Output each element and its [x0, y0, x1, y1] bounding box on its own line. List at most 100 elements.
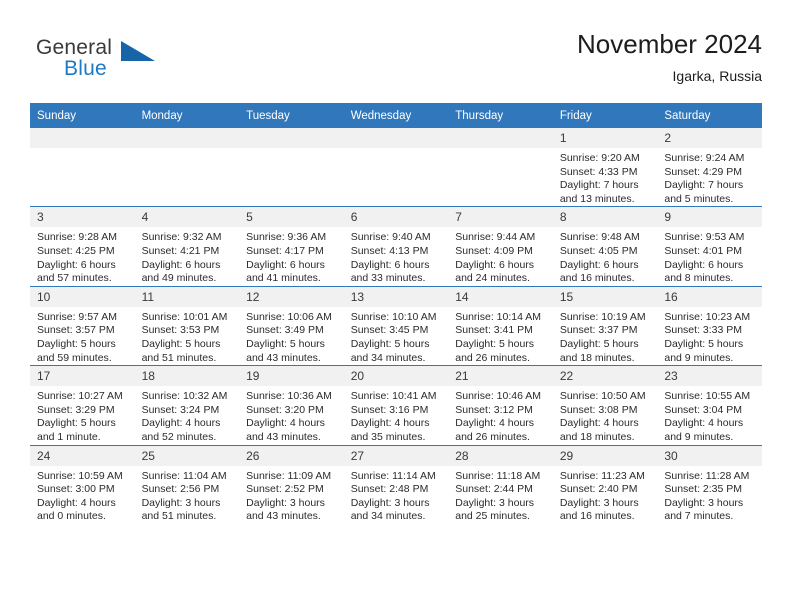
calendar-week-row: 17 Sunrise: 10:27 AM Sunset: 3:29 PM Daylig…	[30, 365, 762, 445]
day-details: Sunrise: 11:14 AM Sunset: 2:48 PM Daylight…	[344, 466, 449, 524]
daylight-duration-line1: Daylight: 6 hours	[350, 258, 430, 271]
sunset-time: Sunset: 3:24 PM	[141, 403, 220, 416]
sunset-time: Sunset: 3:49 PM	[246, 324, 324, 337]
calendar-day-cell[interactable]: 22 Sunrise: 10:50 AM Sunset: 3:08 PM Daylig…	[552, 365, 658, 445]
daylight-duration-line2: and 52 minutes.	[141, 430, 217, 443]
calendar-day-cell[interactable]: 21 Sunrise: 10:46 AM Sunset: 3:12 PM Daylig…	[448, 365, 553, 445]
daylight-duration-line2: and 1 minute.	[37, 430, 101, 443]
sunrise-time: Sunrise: 10:14 AM	[455, 310, 542, 323]
daylight-duration-line1: Daylight: 6 hours	[455, 258, 535, 271]
daylight-duration-line1: Daylight: 4 hours	[350, 417, 430, 430]
calendar-day-cell[interactable]: 11 Sunrise: 10:01 AM Sunset: 3:53 PM Daylig…	[134, 285, 240, 366]
daylight-duration-line2: and 51 minutes.	[141, 351, 217, 364]
day-number: 3	[30, 207, 135, 228]
calendar-day-cell[interactable]: 30 Sunrise: 11:28 AM Sunset: 2:35 PM Daylig…	[657, 444, 762, 524]
day-number: 12	[239, 286, 344, 307]
day-details: Sunrise: 9:48 AM Sunset: 4:05 PM Daylight:…	[553, 227, 658, 285]
calendar-day-cell[interactable]: 10 Sunrise: 9:57 AM Sunset: 3:57 PM Dayligh…	[30, 285, 135, 366]
calendar-day-cell[interactable]: 15 Sunrise: 10:19 AM Sunset: 3:37 PM Daylig…	[552, 285, 658, 366]
day-details: Sunrise: 9:40 AM Sunset: 4:13 PM Daylight:…	[344, 227, 449, 285]
sunrise-time: Sunrise: 10:50 AM	[559, 390, 646, 403]
day-details: Sunrise: 9:44 AM Sunset: 4:09 PM Daylight:…	[448, 227, 553, 285]
sunset-time: Sunset: 4:17 PM	[246, 244, 324, 257]
calendar-day-cell[interactable]: 13 Sunrise: 10:10 AM Sunset: 3:45 PM Daylig…	[343, 285, 449, 366]
calendar-day-cell[interactable]: 23 Sunrise: 10:55 AM Sunset: 3:04 PM Daylig…	[657, 365, 762, 445]
calendar-day-cell[interactable]: 20 Sunrise: 10:41 AM Sunset: 3:16 PM Daylig…	[343, 365, 449, 445]
sunset-time: Sunset: 3:12 PM	[455, 403, 533, 416]
weekday-header-tuesday: Tuesday	[239, 103, 344, 128]
calendar-day-cell[interactable]: 27 Sunrise: 11:14 AM Sunset: 2:48 PM Daylig…	[343, 444, 449, 524]
daylight-duration-line1: Daylight: 7 hours	[664, 179, 744, 192]
daylight-duration-line2: and 5 minutes.	[664, 192, 734, 205]
calendar-week-row: 1 Sunrise: 9:20 AM Sunset: 4:33 PM Daylight…	[30, 128, 762, 207]
day-details: Sunrise: 10:55 AM Sunset: 3:04 PM Daylight…	[657, 386, 762, 444]
calendar-day-cell[interactable]: 7 Sunrise: 9:44 AM Sunset: 4:09 PM Daylight…	[448, 206, 553, 287]
day-number: 6	[343, 207, 449, 228]
calendar-day-cell-empty	[239, 128, 344, 207]
sunset-time: Sunset: 4:13 PM	[350, 244, 429, 257]
calendar-day-cell[interactable]: 1 Sunrise: 9:20 AM Sunset: 4:33 PM Daylight…	[552, 128, 658, 207]
daylight-duration-line2: and 9 minutes.	[664, 430, 734, 443]
calendar-day-cell[interactable]: 3 Sunrise: 9:28 AM Sunset: 4:25 PM Daylight…	[30, 206, 135, 287]
sunrise-time: Sunrise: 10:23 AM	[664, 310, 751, 323]
sunrise-time: Sunrise: 9:28 AM	[37, 231, 117, 244]
daylight-duration-line2: and 57 minutes.	[37, 272, 112, 285]
calendar-week-row: 3 Sunrise: 9:28 AM Sunset: 4:25 PM Daylight…	[30, 206, 762, 287]
calendar-day-cell[interactable]: 24 Sunrise: 10:59 AM Sunset: 3:00 PM Daylig…	[30, 444, 135, 524]
day-number: 25	[134, 445, 240, 466]
weekday-header-sunday: Sunday	[30, 103, 135, 128]
daylight-duration-line1: Daylight: 5 hours	[141, 337, 221, 350]
weekday-header-monday: Monday	[134, 103, 240, 128]
sunrise-time: Sunrise: 9:36 AM	[246, 231, 327, 244]
daylight-duration-line2: and 18 minutes.	[559, 351, 635, 364]
day-details: Sunrise: 10:19 AM Sunset: 3:37 PM Daylight…	[553, 307, 658, 365]
calendar-day-cell[interactable]: 2 Sunrise: 9:24 AM Sunset: 4:29 PM Daylight…	[657, 128, 762, 207]
calendar-day-cell[interactable]: 29 Sunrise: 11:23 AM Sunset: 2:40 PM Daylig…	[552, 444, 658, 524]
calendar-body: 1 Sunrise: 9:20 AM Sunset: 4:33 PM Daylight…	[30, 128, 762, 524]
page-subtitle-location: Igarka, Russia	[672, 68, 762, 84]
day-number: 7	[448, 207, 553, 228]
calendar-day-cell[interactable]: 6 Sunrise: 9:40 AM Sunset: 4:13 PM Daylight…	[343, 206, 449, 287]
calendar-day-cell[interactable]: 8 Sunrise: 9:48 AM Sunset: 4:05 PM Daylight…	[552, 206, 658, 287]
day-details: Sunrise: 10:36 AM Sunset: 3:20 PM Daylight…	[239, 386, 344, 444]
calendar-day-cell[interactable]: 18 Sunrise: 10:32 AM Sunset: 3:24 PM Daylig…	[134, 365, 240, 445]
calendar-day-cell[interactable]: 5 Sunrise: 9:36 AM Sunset: 4:17 PM Daylight…	[239, 206, 344, 287]
sunrise-time: Sunrise: 9:48 AM	[559, 231, 640, 244]
day-number: 17	[30, 366, 135, 387]
sunrise-time: Sunrise: 10:46 AM	[455, 390, 542, 403]
calendar-day-cell[interactable]: 25 Sunrise: 11:04 AM Sunset: 2:56 PM Daylig…	[134, 444, 240, 524]
day-details: Sunrise: 9:20 AM Sunset: 4:33 PM Daylight:…	[553, 148, 658, 206]
day-details: Sunrise: 11:04 AM Sunset: 2:56 PM Daylight…	[135, 466, 240, 524]
daylight-duration-line2: and 16 minutes.	[559, 510, 635, 523]
day-details: Sunrise: 11:18 AM Sunset: 2:44 PM Daylight…	[448, 466, 553, 524]
sunrise-time: Sunrise: 11:18 AM	[455, 469, 541, 482]
calendar-day-cell-empty	[30, 128, 135, 207]
calendar-day-cell[interactable]: 4 Sunrise: 9:32 AM Sunset: 4:21 PM Daylight…	[134, 206, 240, 287]
daylight-duration-line1: Daylight: 5 hours	[350, 337, 430, 350]
calendar-day-cell[interactable]: 17 Sunrise: 10:27 AM Sunset: 3:29 PM Daylig…	[30, 365, 135, 445]
sunset-time: Sunset: 2:56 PM	[141, 483, 220, 496]
sunset-time: Sunset: 3:33 PM	[664, 324, 743, 337]
sunrise-time: Sunrise: 10:10 AM	[350, 310, 437, 323]
general-blue-logo[interactable]: General Blue	[36, 36, 166, 88]
calendar-day-cell[interactable]: 12 Sunrise: 10:06 AM Sunset: 3:49 PM Daylig…	[239, 285, 344, 366]
daylight-duration-line2: and 9 minutes.	[664, 351, 734, 364]
daylight-duration-line1: Daylight: 6 hours	[664, 258, 744, 271]
calendar-day-cell[interactable]: 19 Sunrise: 10:36 AM Sunset: 3:20 PM Daylig…	[239, 365, 344, 445]
calendar-day-cell-empty	[134, 128, 240, 207]
day-details: Sunrise: 10:06 AM Sunset: 3:49 PM Daylight…	[239, 307, 344, 365]
daylight-duration-line2: and 43 minutes.	[246, 351, 321, 364]
day-details: Sunrise: 11:23 AM Sunset: 2:40 PM Daylight…	[553, 466, 658, 524]
calendar-day-cell[interactable]: 28 Sunrise: 11:18 AM Sunset: 2:44 PM Daylig…	[448, 444, 553, 524]
sunset-time: Sunset: 3:08 PM	[559, 403, 638, 416]
calendar-day-cell[interactable]: 9 Sunrise: 9:53 AM Sunset: 4:01 PM Daylight…	[657, 206, 762, 287]
day-number: 23	[657, 366, 762, 387]
daylight-duration-line1: Daylight: 5 hours	[37, 337, 116, 350]
calendar-day-cell[interactable]: 16 Sunrise: 10:23 AM Sunset: 3:33 PM Daylig…	[657, 285, 762, 366]
daylight-duration-line1: Daylight: 5 hours	[37, 417, 116, 430]
calendar-day-cell[interactable]: 26 Sunrise: 11:09 AM Sunset: 2:52 PM Daylig…	[239, 444, 344, 524]
calendar-day-cell[interactable]: 14 Sunrise: 10:14 AM Sunset: 3:41 PM Daylig…	[448, 285, 553, 366]
day-number: 19	[239, 366, 344, 387]
weekday-header-friday: Friday	[552, 103, 658, 128]
day-number: 4	[134, 207, 240, 228]
